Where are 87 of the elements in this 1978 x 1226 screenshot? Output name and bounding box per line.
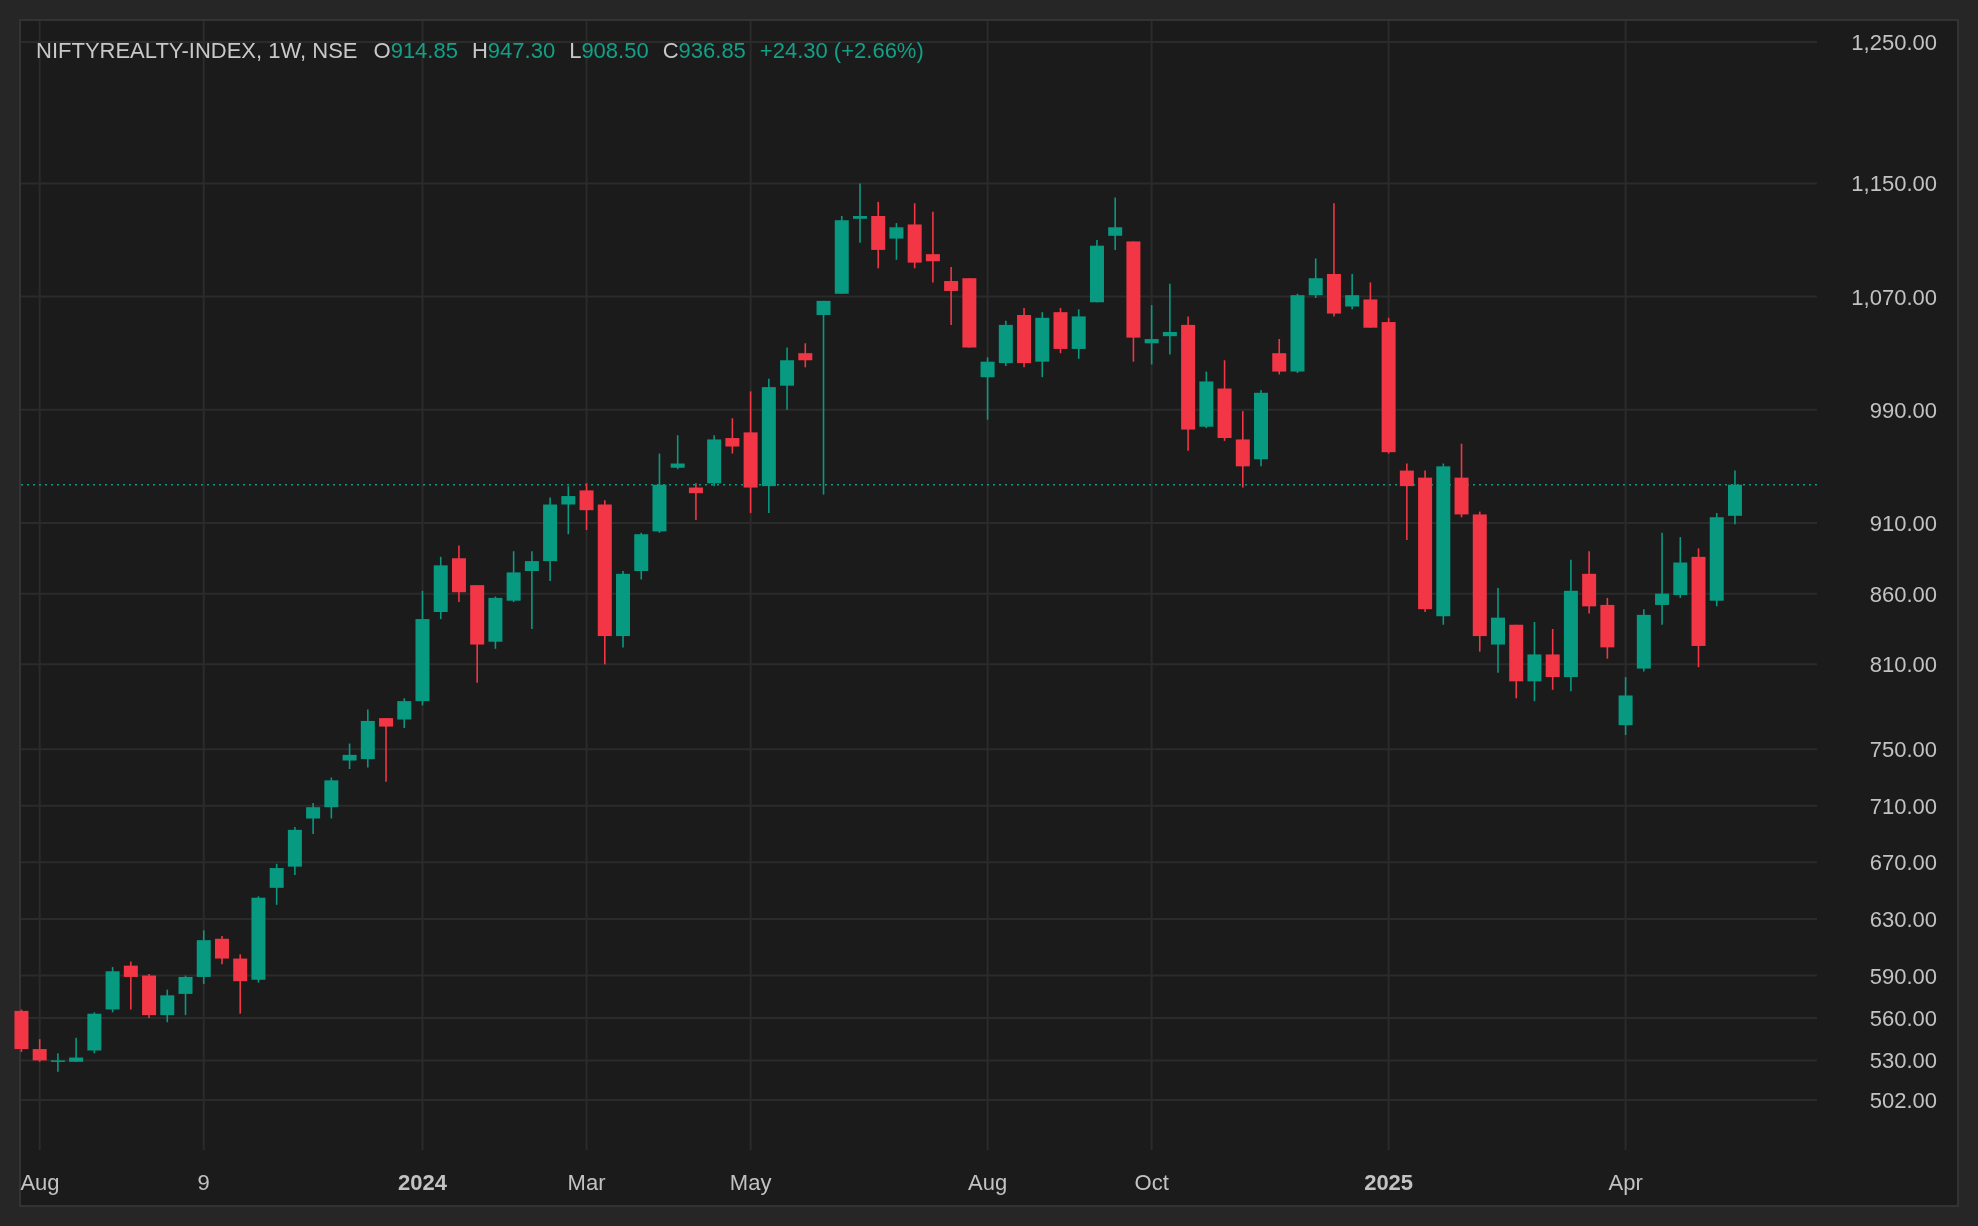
candlestick [634, 532, 649, 581]
candlestick [215, 935, 229, 965]
symbol-title: NIFTYREALTY-INDEX, 1W, NSE [36, 38, 358, 64]
candlestick [798, 342, 813, 369]
price-axis-label: 1,150.00 [1851, 171, 1937, 197]
candlestick [269, 863, 284, 906]
candlestick [1363, 281, 1378, 329]
candlestick [87, 1011, 102, 1055]
price-axis-label: 590.00 [1869, 963, 1937, 989]
candlestick [1600, 597, 1615, 660]
candlestick [397, 697, 412, 729]
time-axis-label: 9 [197, 1170, 210, 1195]
candlestick [780, 346, 795, 411]
candlestick [725, 417, 740, 455]
candlestick [980, 356, 995, 421]
time-axis-label: Mar [567, 1170, 606, 1195]
candlestick [433, 556, 448, 620]
candlestick [506, 550, 521, 603]
time-axis-label: Aug [20, 1170, 60, 1195]
price-axis-label: 630.00 [1869, 906, 1937, 932]
candlestick [1071, 308, 1086, 360]
candlestick [1144, 304, 1159, 366]
candlestick [142, 973, 157, 1019]
candlestick [324, 776, 339, 820]
candlestick [1035, 311, 1050, 379]
price-axis-label: 810.00 [1869, 652, 1937, 678]
candlestick [561, 485, 576, 535]
candlestick [342, 742, 357, 770]
candlestick [1345, 273, 1360, 311]
candlestick [707, 434, 722, 487]
candlestick [1545, 628, 1560, 691]
candlestick [14, 1008, 29, 1053]
candlestick [451, 544, 466, 603]
candlestick [889, 222, 904, 261]
candlestick [160, 988, 175, 1023]
candlestick [1053, 307, 1068, 354]
candlestick [360, 708, 375, 769]
price-change: +24.30 (+2.66%) [759, 38, 924, 64]
candlestick [488, 595, 503, 650]
price-axis-label: 560.00 [1869, 1005, 1937, 1031]
candlestick [379, 717, 394, 783]
candlestick [233, 953, 248, 1015]
candlestick [196, 929, 211, 985]
candlestick [1727, 469, 1742, 526]
price-axis-label: 860.00 [1869, 581, 1937, 607]
candlestick [1108, 196, 1123, 251]
time-axis-label: Aug [968, 1170, 1008, 1195]
ohlc-value: O914.85 [373, 38, 458, 64]
candlestick [32, 1038, 47, 1063]
price-axis-label: 1,070.00 [1851, 284, 1937, 310]
candlestick [853, 182, 867, 244]
candlestick [1017, 307, 1032, 369]
candlestick [1272, 338, 1287, 376]
candlestick [287, 826, 302, 876]
ohlc-value: C936.85 [662, 38, 746, 64]
candlestick [1308, 257, 1323, 299]
candlestick [688, 482, 703, 521]
candlestick [123, 960, 138, 1011]
time-axis-label: Oct [1134, 1170, 1169, 1195]
candlestick [306, 802, 321, 835]
price-axis-label: 910.00 [1869, 510, 1937, 536]
candlestick [69, 1036, 84, 1063]
time-axis-label: Apr [1608, 1170, 1643, 1195]
candlestick [178, 974, 193, 1016]
candlestick [962, 277, 977, 349]
candlestick [871, 201, 886, 270]
candlestick [1618, 676, 1633, 736]
price-axis-label: 710.00 [1869, 793, 1937, 819]
candlestick [1673, 536, 1688, 599]
candlestick [579, 482, 594, 531]
candlestick [670, 434, 685, 470]
time-axis-label: 2025 [1364, 1170, 1414, 1195]
price-axis-label: 502.00 [1869, 1088, 1937, 1113]
ohlc-value: L908.50 [569, 38, 649, 64]
candlestick [944, 266, 959, 326]
price-axis-label: 1,250.00 [1851, 30, 1937, 55]
price-axis-label: 670.00 [1869, 850, 1937, 876]
price-axis-label: 750.00 [1869, 737, 1937, 763]
price-axis-label: 990.00 [1869, 397, 1937, 423]
price-axis-label: 530.00 [1869, 1048, 1937, 1074]
time-axis-label: 2024 [398, 1170, 447, 1195]
candlestick [907, 202, 922, 270]
ohlc-value: H947.30 [471, 38, 556, 64]
candlestick [50, 1052, 65, 1073]
candlestick [1199, 370, 1214, 429]
time-axis-label: May [729, 1170, 772, 1195]
candlestick [1582, 550, 1597, 615]
